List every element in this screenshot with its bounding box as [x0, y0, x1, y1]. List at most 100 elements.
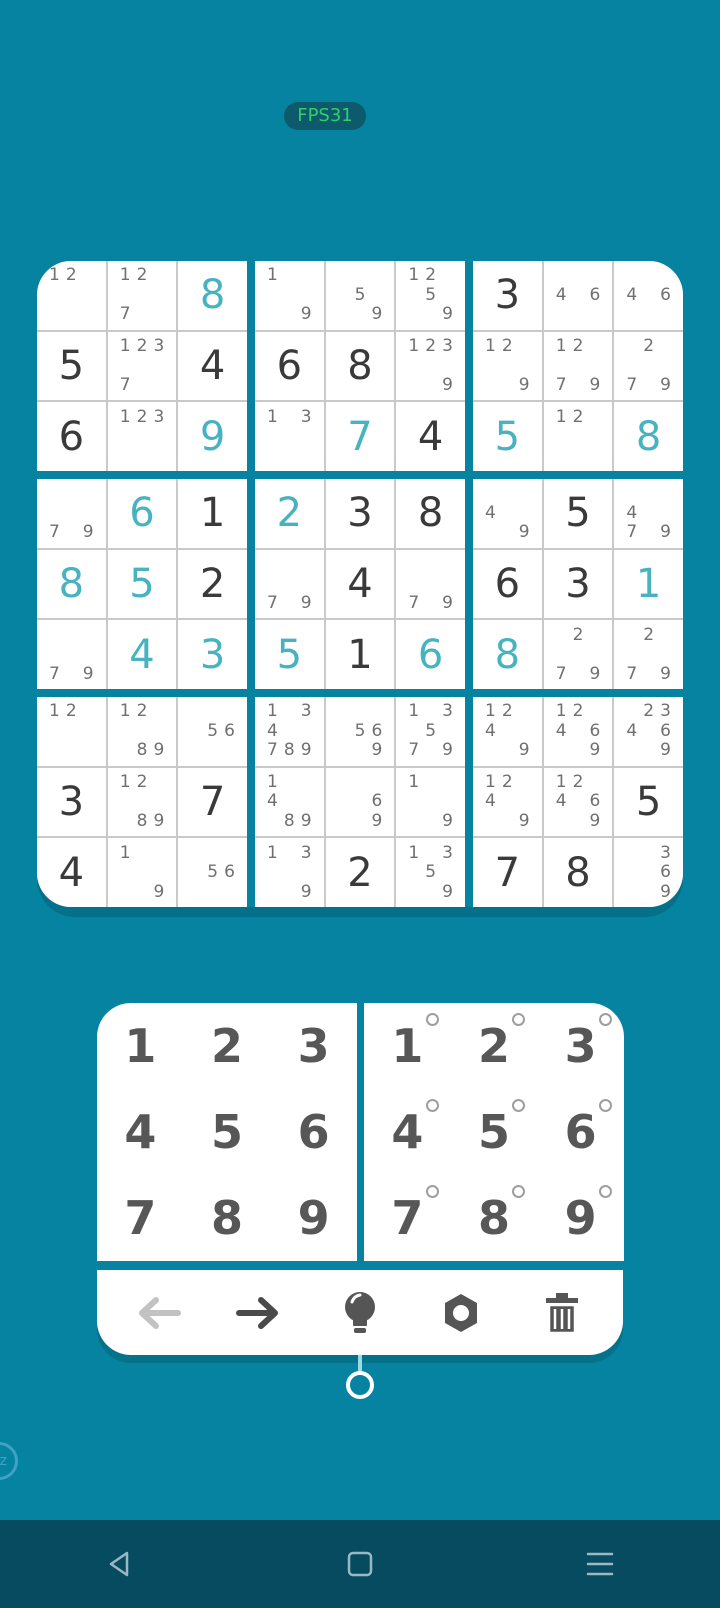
- board-cell[interactable]: 569: [325, 697, 395, 766]
- board-cell[interactable]: 8: [614, 402, 683, 471]
- redo-button[interactable]: [229, 1283, 289, 1343]
- value-key-4[interactable]: 4: [97, 1089, 184, 1175]
- board-cell[interactable]: 6: [37, 402, 106, 471]
- value-key-8[interactable]: 8: [184, 1175, 271, 1261]
- note-key-7[interactable]: 7: [364, 1175, 451, 1261]
- board-cell[interactable]: 4: [396, 402, 465, 471]
- note-key-1[interactable]: 1: [364, 1003, 451, 1089]
- board-cell[interactable]: 1 3 4789: [255, 697, 324, 766]
- board-cell[interactable]: 2: [325, 838, 395, 907]
- board-cell[interactable]: 8: [37, 549, 106, 619]
- board-cell[interactable]: 49: [473, 479, 542, 548]
- settings-button[interactable]: [431, 1283, 491, 1343]
- board-cell[interactable]: 1259: [396, 261, 465, 330]
- board-cell[interactable]: 6: [396, 620, 465, 689]
- board-cell[interactable]: 3: [37, 767, 106, 837]
- board-cell[interactable]: 12: [37, 697, 106, 766]
- board-cell[interactable]: 79: [396, 549, 465, 619]
- board-cell[interactable]: 4: [37, 838, 106, 907]
- board-cell[interactable]: 369: [614, 838, 683, 907]
- undo-button[interactable]: [128, 1283, 188, 1343]
- value-key-6[interactable]: 6: [270, 1089, 357, 1175]
- board-cell[interactable]: 1: [178, 479, 247, 548]
- board-cell[interactable]: 4: [325, 549, 395, 619]
- board-cell[interactable]: 6: [255, 331, 324, 401]
- value-key-3[interactable]: 3: [270, 1003, 357, 1089]
- board-cell[interactable]: 3: [473, 261, 542, 330]
- delete-button[interactable]: [532, 1283, 592, 1343]
- board-cell[interactable]: 12: [37, 261, 106, 330]
- board-cell[interactable]: 1 3 9: [255, 838, 324, 907]
- board-cell[interactable]: 5: [107, 549, 177, 619]
- toolbar-drag-handle[interactable]: [346, 1371, 374, 1399]
- board-cell[interactable]: 12 89: [107, 697, 177, 766]
- sleep-badge[interactable]: zz: [0, 1442, 18, 1480]
- board-cell[interactable]: 123 7: [107, 331, 177, 401]
- board-cell[interactable]: 19: [255, 261, 324, 330]
- board-cell[interactable]: 1 359: [396, 838, 465, 907]
- note-key-9[interactable]: 9: [537, 1175, 624, 1261]
- board-cell[interactable]: 124 69: [543, 767, 613, 837]
- board-cell[interactable]: 2: [178, 549, 247, 619]
- board-cell[interactable]: 69: [325, 767, 395, 837]
- board-cell[interactable]: 47 9: [614, 479, 683, 548]
- value-key-7[interactable]: 7: [97, 1175, 184, 1261]
- board-cell[interactable]: 5: [473, 402, 542, 471]
- board-cell[interactable]: 79: [37, 620, 106, 689]
- board-cell[interactable]: 19: [107, 838, 177, 907]
- board-cell[interactable]: 127 9: [543, 331, 613, 401]
- board-cell[interactable]: 5: [37, 331, 106, 401]
- nav-menu-button[interactable]: [570, 1534, 630, 1594]
- note-key-8[interactable]: 8: [451, 1175, 538, 1261]
- value-key-5[interactable]: 5: [184, 1089, 271, 1175]
- note-key-4[interactable]: 4: [364, 1089, 451, 1175]
- board-cell[interactable]: 3: [325, 479, 395, 548]
- board-cell[interactable]: 124 9: [473, 767, 542, 837]
- board-cell[interactable]: 8: [543, 838, 613, 907]
- note-key-5[interactable]: 5: [451, 1089, 538, 1175]
- board-cell[interactable]: 9: [178, 402, 247, 471]
- nav-home-button[interactable]: [330, 1534, 390, 1594]
- board-cell[interactable]: 19: [396, 767, 465, 837]
- board-cell[interactable]: 27 9: [614, 620, 683, 689]
- board-cell[interactable]: 124 9: [473, 697, 542, 766]
- board-cell[interactable]: 12: [543, 402, 613, 471]
- board-cell[interactable]: 1: [614, 549, 683, 619]
- nav-back-button[interactable]: [90, 1534, 150, 1594]
- hint-button[interactable]: [330, 1283, 390, 1343]
- board-cell[interactable]: 5: [543, 479, 613, 548]
- note-key-6[interactable]: 6: [537, 1089, 624, 1175]
- board-cell[interactable]: 1489: [255, 767, 324, 837]
- board-cell[interactable]: 8: [473, 620, 542, 689]
- note-key-3[interactable]: 3: [537, 1003, 624, 1089]
- board-cell[interactable]: 2: [255, 479, 324, 548]
- value-key-9[interactable]: 9: [270, 1175, 357, 1261]
- board-cell[interactable]: 4: [178, 331, 247, 401]
- board-cell[interactable]: 79: [37, 479, 106, 548]
- board-cell[interactable]: 56: [178, 838, 247, 907]
- board-cell[interactable]: 127: [107, 261, 177, 330]
- board-cell[interactable]: 123: [107, 402, 177, 471]
- board-cell[interactable]: 123 9: [396, 331, 465, 401]
- board-cell[interactable]: 27 9: [543, 620, 613, 689]
- value-key-1[interactable]: 1: [97, 1003, 184, 1089]
- board-cell[interactable]: 4: [107, 620, 177, 689]
- board-cell[interactable]: 13: [255, 402, 324, 471]
- board-cell[interactable]: 7: [473, 838, 542, 907]
- board-cell[interactable]: 7: [178, 767, 247, 837]
- board-cell[interactable]: 79: [255, 549, 324, 619]
- board-cell[interactable]: 46: [543, 261, 613, 330]
- board-cell[interactable]: 23 4 69: [614, 697, 683, 766]
- board-cell[interactable]: 8: [325, 331, 395, 401]
- board-cell[interactable]: 7: [325, 402, 395, 471]
- board-cell[interactable]: 8: [178, 261, 247, 330]
- board-cell[interactable]: 1 357 9: [396, 697, 465, 766]
- board-cell[interactable]: 1: [325, 620, 395, 689]
- board-cell[interactable]: 6: [107, 479, 177, 548]
- board-cell[interactable]: 5: [614, 767, 683, 837]
- board-cell[interactable]: 46: [614, 261, 683, 330]
- board-cell[interactable]: 5: [255, 620, 324, 689]
- note-key-2[interactable]: 2: [451, 1003, 538, 1089]
- board-cell[interactable]: 59: [325, 261, 395, 330]
- value-key-2[interactable]: 2: [184, 1003, 271, 1089]
